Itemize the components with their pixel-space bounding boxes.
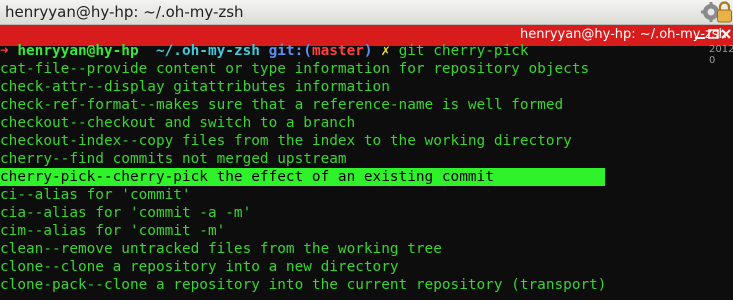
prompt-dirty-marker: ✗ — [381, 43, 390, 59]
prompt-arrow: ➜ — [0, 43, 9, 59]
completion-item[interactable]: checkout-index--copy files from the inde… — [0, 132, 733, 150]
completion-name: cherry-pick — [0, 169, 96, 185]
completion-name: check-ref-format — [0, 97, 139, 113]
window-titlebar[interactable]: henryyan@hy-hp: ~/.oh-my-zsh — [0, 0, 733, 25]
completion-name: checkout — [0, 115, 70, 131]
prompt-directory: ~/.oh-my-zsh — [155, 43, 260, 59]
completion-separator: -- — [43, 241, 61, 257]
completion-separator: -- — [86, 277, 104, 293]
completion-item[interactable]: cia--alias for 'commit -a -m' — [0, 204, 733, 222]
completion-item[interactable]: clone-pack--clone a repository into the … — [0, 276, 733, 294]
completion-description: checkout and switch to a branch — [86, 115, 356, 131]
close-icon[interactable] — [719, 26, 733, 42]
completion-description: find commits not merged upstream — [69, 151, 347, 167]
completion-description: alias for 'commit -a -m' — [43, 205, 252, 221]
completion-separator: -- — [26, 223, 44, 239]
prompt-user: henryyan@hy-hp — [17, 43, 139, 59]
completion-description: makes sure that a reference-name is well… — [155, 97, 564, 113]
prompt-git-prefix: git:( — [268, 43, 312, 59]
completion-description: remove untracked files from the working … — [60, 241, 442, 257]
completion-description: clone a repository into the current repo… — [103, 277, 607, 293]
completion-description: display gitattributes information — [103, 79, 390, 95]
completion-description: clone a repository into a new directory — [60, 259, 399, 275]
completion-item[interactable]: cat-file--provide content or type inform… — [0, 60, 733, 78]
completion-description: provide content or type information for … — [86, 61, 590, 77]
completion-name: clone-pack — [0, 277, 87, 293]
completion-separator: -- — [69, 61, 87, 77]
window-title: henryyan@hy-hp: ~/.oh-my-zsh — [5, 3, 244, 21]
lock-icon — [716, 0, 733, 24]
completion-separator: -- — [51, 151, 70, 167]
completion-description: cherry-pick the effect of an existing co… — [112, 169, 494, 185]
completion-list[interactable]: cat-file--provide content or type inform… — [0, 60, 733, 294]
prompt-git-suffix: ) — [363, 43, 373, 59]
completion-item[interactable]: cherry--find commits not merged upstream — [0, 150, 733, 168]
completion-separator: -- — [43, 259, 61, 275]
completion-description: alias for 'commit -m' — [43, 223, 226, 239]
completion-separator: -- — [17, 187, 35, 203]
prompt-line[interactable]: ➜ henryyan@hy-hp ~/.oh-my-zsh git:(maste… — [0, 42, 733, 60]
completion-item[interactable]: check-ref-format--makes sure that a refe… — [0, 96, 733, 114]
completion-name: cia — [0, 205, 26, 221]
completion-name: clone — [0, 259, 44, 275]
completion-description: alias for 'commit' — [34, 187, 191, 203]
completion-name: clean — [0, 241, 44, 257]
completion-separator: -- — [95, 169, 113, 185]
completion-description: copy files from the index to the working… — [138, 133, 572, 149]
completion-name: cim — [0, 223, 26, 239]
completion-separator: -- — [69, 115, 87, 131]
completion-name: ci — [0, 187, 18, 203]
completion-name: cherry — [0, 151, 52, 167]
prompt-branch: master — [311, 43, 364, 59]
completion-separator: -- — [121, 133, 139, 149]
completion-item-selected[interactable]: cherry-pick--cherry-pick the effect of a… — [0, 168, 733, 186]
completion-separator: -- — [86, 79, 104, 95]
completion-name: cat-file — [0, 61, 70, 77]
completion-item[interactable]: checkout--checkout and switch to a branc… — [0, 114, 733, 132]
completion-name: check-attr — [0, 79, 87, 95]
completion-separator: -- — [26, 205, 44, 221]
completion-item[interactable]: clean--remove untracked files from the w… — [0, 240, 733, 258]
completion-item[interactable]: cim--alias for 'commit -m' — [0, 222, 733, 240]
completion-separator: -- — [138, 97, 156, 113]
command-input[interactable]: git cherry-pick — [399, 43, 529, 59]
completion-item[interactable]: clone--clone a repository into a new dir… — [0, 258, 733, 276]
completion-item[interactable]: ci--alias for 'commit' — [0, 186, 733, 204]
terminal-output[interactable]: ➜ henryyan@hy-hp ~/.oh-my-zsh git:(maste… — [0, 42, 733, 294]
completion-item[interactable]: check-attr--display gitattributes inform… — [0, 78, 733, 96]
completion-name: checkout-index — [0, 133, 122, 149]
